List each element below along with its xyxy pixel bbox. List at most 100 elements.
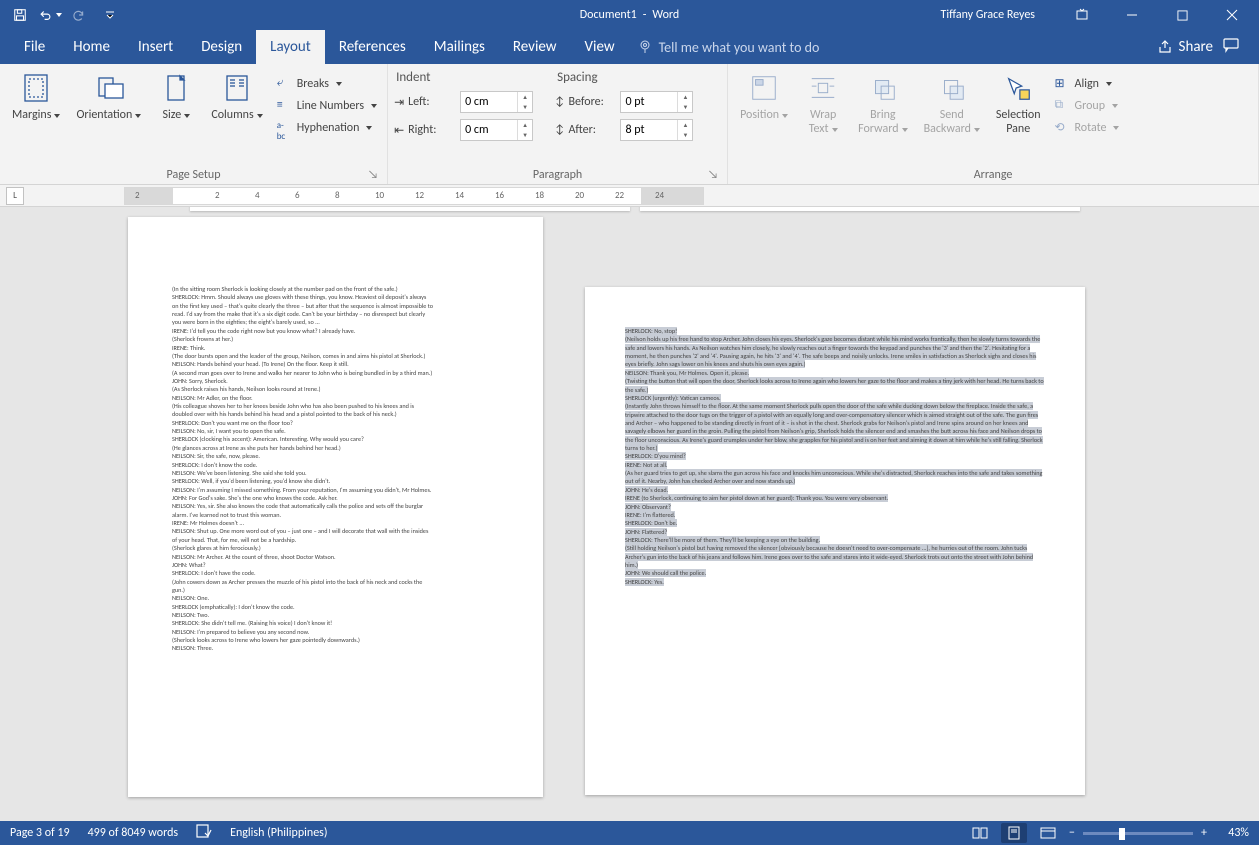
text-line[interactable]: gun.) [172, 586, 507, 594]
text-line[interactable]: SHERLOCK: No, stop! [625, 327, 1045, 335]
text-line[interactable]: NEILSON: I'm assuming I missed something… [172, 486, 507, 494]
spacing-after-input[interactable]: ▲▼ [620, 119, 693, 141]
text-line[interactable]: (The door bursts open and the leader of … [172, 352, 507, 360]
text-line[interactable]: NEILSON: Sir, the safe, now, please. [172, 452, 507, 460]
text-line[interactable]: NEILSON: Shut up. One more word out of y… [172, 527, 507, 535]
selection-pane-button[interactable]: Selection Pane [990, 68, 1047, 140]
text-line[interactable]: SHERLOCK (clocking his accent): American… [172, 435, 507, 443]
hyphenation-button[interactable]: a-bcHyphenation [273, 118, 381, 138]
text-line[interactable]: IRENE: Mr Holmes doesn't ... [172, 519, 507, 527]
page-3[interactable]: (In the sitting room Sherlock is looking… [128, 217, 543, 797]
minimize-icon[interactable] [1109, 0, 1155, 30]
text-line[interactable]: (His colleague shoves her to her knees b… [172, 402, 507, 410]
text-line[interactable]: IRENE: I'm flattered. [625, 511, 1045, 519]
maximize-icon[interactable] [1159, 0, 1205, 30]
text-line[interactable]: NEILSON: Two. [172, 611, 507, 619]
close-icon[interactable] [1209, 0, 1255, 30]
tab-insert[interactable]: Insert [124, 30, 187, 64]
page-indicator[interactable]: Page 3 of 19 [10, 826, 70, 840]
tab-layout[interactable]: Layout [256, 30, 325, 64]
text-line[interactable]: (He glances across at Irene as she puts … [172, 444, 507, 452]
tab-view[interactable]: View [571, 30, 629, 64]
text-line[interactable]: NEILSON: Thank you, Mr Holmes. Open it, … [625, 369, 1045, 377]
text-line[interactable]: (Twisting the button that will open the … [625, 377, 1045, 394]
text-line[interactable]: IRENE: I'd tell you the code right now b… [172, 327, 507, 335]
text-line[interactable]: NEILSON: Hands behind your head. (To Ire… [172, 360, 507, 368]
undo-icon[interactable] [38, 3, 62, 27]
text-line[interactable]: (Sherlock frowns at her.) [172, 335, 507, 343]
text-line[interactable]: JOHN: Flattered? [625, 528, 1045, 536]
tab-file[interactable]: File [10, 30, 59, 64]
zoom-level[interactable]: 43% [1215, 826, 1249, 840]
text-line[interactable]: (In the sitting room Sherlock is looking… [172, 285, 507, 293]
word-count[interactable]: 499 of 8049 words [88, 826, 179, 840]
indent-right-input[interactable]: ▲▼ [460, 119, 533, 141]
text-line[interactable]: JOHN: For God's sake. She's the one who … [172, 494, 507, 502]
horizontal-ruler[interactable]: 224681012141618202224 [124, 187, 704, 205]
text-line[interactable]: NEILSON: Yes, sir. She also knows the co… [172, 502, 507, 510]
text-line[interactable]: (As Sherlock raises his hands, Neilson l… [172, 385, 507, 393]
text-line[interactable]: SHERLOCK: Don't be. [625, 519, 1045, 527]
text-line[interactable]: SHERLOCK: Well, if you'd been listening,… [172, 477, 507, 485]
text-line[interactable]: SHERLOCK: D'you mind? [625, 452, 1045, 460]
proofing-icon[interactable] [196, 824, 212, 842]
text-line[interactable]: read. I'd say from the make that it's a … [172, 310, 507, 318]
text-line[interactable]: JOHN: What? [172, 561, 507, 569]
zoom-in-button[interactable]: + [1201, 826, 1207, 840]
text-line[interactable]: alarm. I've learned not to trust this wo… [172, 511, 507, 519]
text-line[interactable]: (Sherlock glares at him ferociously.) [172, 544, 507, 552]
text-line[interactable]: NEILSON: Mr Archer. At the count of thre… [172, 553, 507, 561]
text-line[interactable]: (John cowers down as Archer presses the … [172, 578, 507, 586]
tab-mailings[interactable]: Mailings [420, 30, 499, 64]
text-line[interactable]: IRENE: Think. [172, 344, 507, 352]
text-line[interactable]: NEILSON: We've been listening. She said … [172, 469, 507, 477]
text-line[interactable]: SHERLOCK: I don't know the code. [172, 461, 507, 469]
align-button[interactable]: ⊞Align [1051, 74, 1124, 94]
text-line[interactable]: (Still holding Neilson's pistol but havi… [625, 544, 1045, 569]
paragraph-dialog-launcher-icon[interactable]: ↘ [707, 168, 719, 180]
document-area[interactable]: (In the sitting room Sherlock is looking… [0, 207, 1259, 837]
tab-references[interactable]: References [325, 30, 420, 64]
text-line[interactable]: on the first key used – that's quite cle… [172, 302, 507, 310]
text-line[interactable]: (Instantly John throws himself to the fl… [625, 402, 1045, 452]
tab-review[interactable]: Review [499, 30, 571, 64]
size-button[interactable]: Size [151, 68, 201, 126]
page-setup-dialog-launcher-icon[interactable]: ↘ [367, 168, 379, 180]
language-indicator[interactable]: English (Philippines) [230, 826, 327, 840]
line-numbers-button[interactable]: ≡Line Numbers [273, 96, 381, 116]
read-mode-icon[interactable] [967, 823, 993, 843]
text-line[interactable]: SHERLOCK: Hmm. Should always use gloves … [172, 293, 507, 301]
text-line[interactable]: JOHN: We should call the police. [625, 569, 1045, 577]
zoom-out-button[interactable]: − [1069, 826, 1075, 840]
zoom-slider[interactable] [1083, 832, 1193, 835]
text-line[interactable]: (Sherlock looks across to Irene who lowe… [172, 636, 507, 644]
text-line[interactable]: SHERLOCK: Yes. [625, 578, 1045, 586]
page-4[interactable]: SHERLOCK: No, stop!(Neilson holds up his… [585, 287, 1085, 795]
text-line[interactable]: SHERLOCK: I don't have the code. [172, 569, 507, 577]
text-line[interactable]: JOHN: Sorry, Sherlock. [172, 377, 507, 385]
columns-button[interactable]: Columns [205, 68, 268, 126]
share-button[interactable]: Share [1157, 38, 1213, 56]
text-line[interactable]: doubled over with his hands behind his h… [172, 410, 507, 418]
qat-customize-icon[interactable] [98, 3, 122, 27]
text-line[interactable]: JOHN: He's dead. [625, 486, 1045, 494]
text-line[interactable]: NEILSON: No, sir, I want you to open the… [172, 427, 507, 435]
text-line[interactable]: of your head. That, for me, will not be … [172, 536, 507, 544]
text-line[interactable]: IRENE (to Sherlock, continuing to aim he… [625, 494, 1045, 502]
text-line[interactable]: (A second man goes over to Irene and wal… [172, 369, 507, 377]
text-line[interactable]: SHERLOCK (urgently): Vatican cameos. [625, 394, 1045, 402]
text-line[interactable]: (Neilson holds up his free hand to stop … [625, 335, 1045, 368]
redo-icon[interactable] [68, 3, 92, 27]
text-line[interactable]: IRENE: Not at all. [625, 461, 1045, 469]
text-line[interactable]: JOHN: Observant? [625, 503, 1045, 511]
breaks-button[interactable]: ⤶Breaks [273, 74, 381, 94]
ribbon-display-options-icon[interactable] [1059, 0, 1105, 30]
web-layout-icon[interactable] [1035, 823, 1061, 843]
text-line[interactable]: SHERLOCK: Don't you want me on the floor… [172, 419, 507, 427]
indent-left-input[interactable]: ▲▼ [460, 91, 533, 113]
text-line[interactable]: NEILSON: Mr Adler, on the floor. [172, 394, 507, 402]
comments-icon[interactable] [1223, 37, 1241, 58]
tab-selector[interactable]: L [6, 187, 24, 205]
spacing-before-input[interactable]: ▲▼ [620, 91, 693, 113]
text-line[interactable]: SHERLOCK: There'll be more of them. They… [625, 536, 1045, 544]
